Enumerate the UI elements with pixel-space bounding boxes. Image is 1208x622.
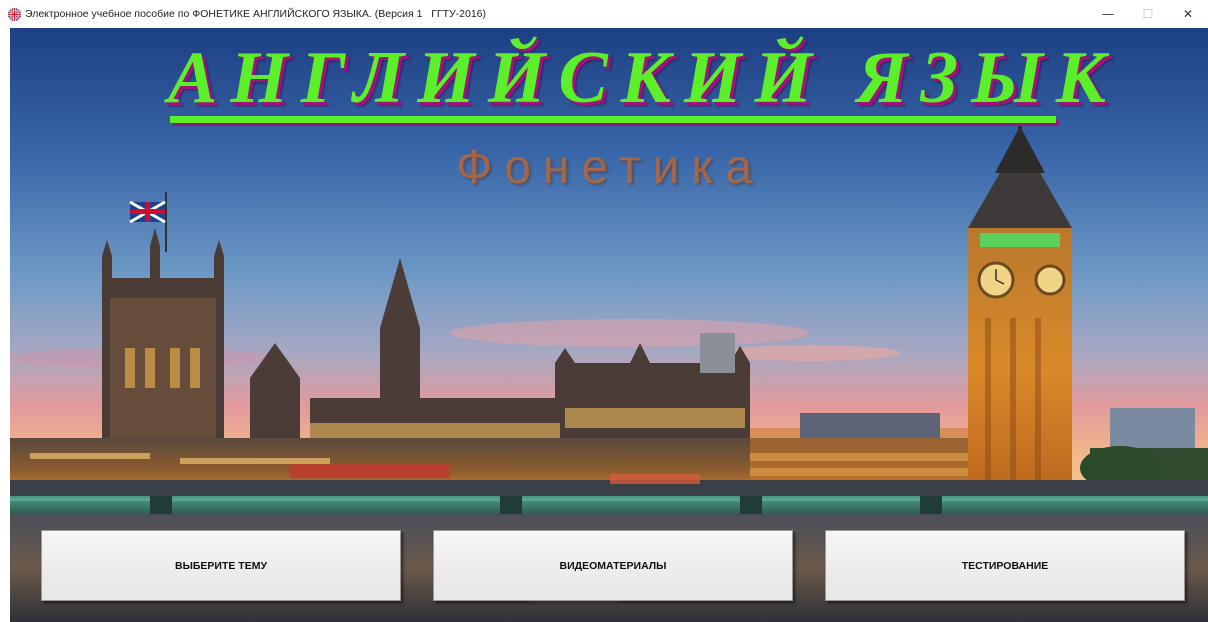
- window-controls: — ☐ ✕: [1088, 0, 1208, 28]
- minimize-button[interactable]: —: [1088, 0, 1128, 28]
- close-button[interactable]: ✕: [1168, 0, 1208, 28]
- main-form: АНГЛИЙСКИЙ ЯЗЫК Фонетика ВЫБЕРИТЕ ТЕМУ В…: [10, 28, 1208, 622]
- main-title: АНГЛИЙСКИЙ ЯЗЫК: [168, 37, 1120, 119]
- testing-button[interactable]: ТЕСТИРОВАНИЕ: [825, 530, 1185, 601]
- close-icon: ✕: [1182, 7, 1194, 21]
- union-jack-icon[interactable]: [8, 7, 21, 21]
- maximize-button[interactable]: ☐: [1128, 0, 1168, 28]
- choose-topic-button[interactable]: ВЫБЕРИТЕ ТЕМУ: [41, 530, 401, 601]
- maximize-icon: ☐: [1142, 7, 1154, 21]
- minimize-icon: —: [1102, 7, 1114, 21]
- window-title-bar[interactable]: Электронное учебное пособие по ФОНЕТИКЕ …: [0, 0, 1208, 28]
- subtitle: Фонетика: [455, 141, 765, 194]
- video-materials-button[interactable]: ВИДЕОМАТЕРИАЛЫ: [433, 530, 793, 601]
- title-underline: [170, 116, 1056, 123]
- window-title: Электронное учебное пособие по ФОНЕТИКЕ …: [25, 8, 487, 20]
